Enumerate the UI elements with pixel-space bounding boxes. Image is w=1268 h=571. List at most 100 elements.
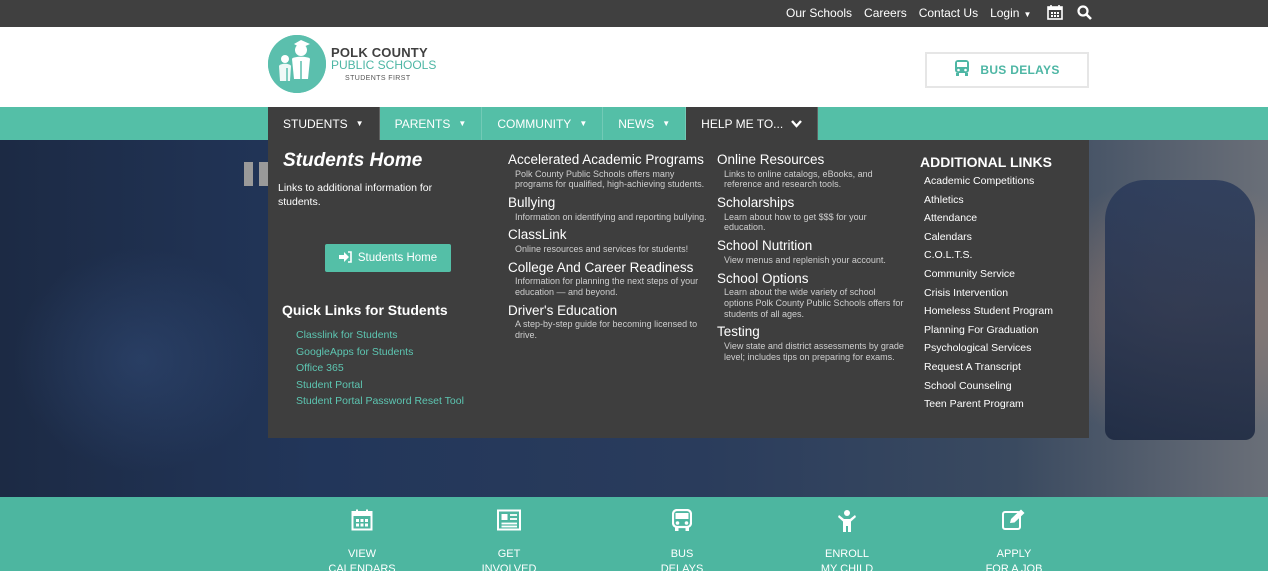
nav-community-label: COMMUNITY	[497, 116, 572, 131]
additional-link[interactable]: C.O.L.T.S.	[920, 246, 1080, 265]
quick-label-line2: FOR A JOB	[985, 563, 1043, 571]
menu-item-bullying[interactable]: Bullying Information on identifying and …	[508, 195, 708, 222]
logo-line1: POLK COUNTY	[331, 44, 428, 60]
additional-link[interactable]: Attendance	[920, 209, 1080, 228]
hero-seat-shape	[1105, 180, 1255, 440]
quick-link-student-portal[interactable]: Student Portal	[282, 377, 464, 394]
bus-delays-label: BUS DELAYS	[980, 63, 1060, 77]
district-logo[interactable]: POLK COUNTY PUBLIC SCHOOLS STUDENTS FIRS…	[268, 35, 436, 93]
utility-bar: Our Schools Careers Contact Us Login ▼	[0, 0, 1268, 27]
menu-column-3: Online Resources Links to online catalog…	[717, 152, 907, 368]
nav-students[interactable]: STUDENTS ▼	[268, 107, 380, 140]
caret-down-icon: ▼	[1023, 9, 1032, 19]
menu-item-desc: Links to online catalogs, eBooks, and re…	[724, 168, 873, 190]
quick-link-googleapps[interactable]: GoogleApps for Students	[282, 344, 464, 361]
quick-label: ENROLL MY CHILD	[792, 547, 902, 571]
menu-item-school-nutrition[interactable]: School Nutrition View menus and replenis…	[717, 238, 907, 265]
students-home-button[interactable]: Students Home	[325, 244, 451, 272]
nav-news[interactable]: NEWS ▼	[603, 107, 687, 140]
quick-label-line1: ENROLL	[824, 548, 870, 560]
quick-links-title: Quick Links for Students	[282, 302, 448, 318]
nav-parents[interactable]: PARENTS ▼	[380, 107, 483, 140]
students-mega-menu: Students Home Links to additional inform…	[268, 140, 1089, 438]
additional-link[interactable]: Calendars	[920, 228, 1080, 247]
sign-in-icon	[338, 250, 352, 266]
careers-link[interactable]: Careers	[864, 6, 907, 20]
menu-item-desc: Learn about the wide variety of school o…	[724, 287, 904, 319]
caret-down-icon: ▼	[579, 119, 588, 128]
quick-label-line2: CALENDARS	[328, 563, 396, 571]
login-label: Login	[990, 5, 1020, 20]
quick-links: Quick Links for Students Classlink for S…	[282, 302, 464, 410]
quick-label-line1: APPLY	[996, 548, 1032, 560]
menu-item-online-resources[interactable]: Online Resources Links to online catalog…	[717, 152, 907, 190]
menu-item-accelerated[interactable]: Accelerated Academic Programs Polk Count…	[508, 152, 708, 190]
nav-students-label: STUDENTS	[283, 116, 348, 131]
login-menu[interactable]: Login ▼	[990, 6, 1031, 20]
menu-item-drivers-ed[interactable]: Driver's Education A step-by-step guide …	[508, 303, 708, 341]
caret-down-icon: ▼	[458, 119, 467, 128]
menu-item-classlink[interactable]: ClassLink Online resources and services …	[508, 227, 708, 254]
additional-links-title: ADDITIONAL LINKS	[920, 154, 1052, 170]
quick-link-classlink[interactable]: Classlink for Students	[282, 327, 464, 344]
logo-tagline: STUDENTS FIRST	[345, 74, 411, 82]
students-home-column: Students Home Links to additional inform…	[278, 150, 478, 209]
nav-help-me-to[interactable]: HELP ME TO...	[686, 107, 819, 140]
menu-item-desc: Online resources and services for studen…	[515, 243, 689, 254]
menu-item-testing[interactable]: Testing View state and district assessme…	[717, 324, 907, 362]
menu-item-desc: Information on identifying and reporting…	[515, 211, 707, 222]
menu-item-title: College And Career Readiness	[508, 259, 694, 275]
additional-link[interactable]: School Counseling	[920, 377, 1080, 396]
additional-link[interactable]: Psychological Services	[920, 339, 1080, 358]
bus-icon	[627, 509, 737, 533]
additional-link[interactable]: Athletics	[920, 191, 1080, 210]
utility-links: Our Schools Careers Contact Us Login ▼	[786, 5, 1102, 20]
contact-us-link[interactable]: Contact Us	[919, 6, 978, 20]
menu-item-college-career[interactable]: College And Career Readiness Information…	[508, 260, 708, 298]
additional-link[interactable]: Crisis Intervention	[920, 284, 1080, 303]
child-icon	[792, 509, 902, 533]
quick-label: VIEW CALENDARS	[307, 547, 417, 571]
additional-link[interactable]: Homeless Student Program	[920, 302, 1080, 321]
menu-item-title: Bullying	[508, 195, 556, 211]
additional-link[interactable]: Community Service	[920, 265, 1080, 284]
menu-item-title: ClassLink	[508, 227, 567, 243]
additional-link[interactable]: Teen Parent Program	[920, 395, 1080, 414]
quick-apply-for-a-job[interactable]: APPLY FOR A JOB	[959, 509, 1069, 571]
quick-actions-bar: VIEW CALENDARS GET INVOLVED BUS DELAYS ENRO…	[0, 497, 1268, 571]
quick-link-office365[interactable]: Office 365	[282, 360, 464, 377]
quick-get-involved[interactable]: GET INVOLVED	[454, 509, 564, 571]
quick-view-calendars[interactable]: VIEW CALENDARS	[307, 509, 417, 571]
nav-community[interactable]: COMMUNITY ▼	[482, 107, 604, 140]
calendar-icon[interactable]	[1047, 5, 1064, 20]
menu-item-desc: View state and district assessments by g…	[724, 340, 904, 362]
students-home-desc: Links to additional information for stud…	[278, 182, 433, 208]
quick-link-password-reset[interactable]: Student Portal Password Reset Tool	[282, 393, 464, 410]
newspaper-icon	[454, 509, 564, 533]
additional-link[interactable]: Request A Transcript	[920, 358, 1080, 377]
menu-item-desc: A step-by-step guide for becoming licens…	[515, 319, 698, 341]
menu-item-desc: Learn about how to get $$$ for your educ…	[724, 211, 867, 233]
quick-label: GET INVOLVED	[454, 547, 564, 571]
bus-delays-button[interactable]: BUS DELAYS	[925, 52, 1089, 88]
students-home-button-label: Students Home	[357, 252, 438, 264]
menu-item-title: School Nutrition	[717, 238, 813, 254]
additional-link[interactable]: Academic Competitions	[920, 172, 1080, 191]
menu-item-school-options[interactable]: School Options Learn about the wide vari…	[717, 271, 907, 320]
quick-label: BUS DELAYS	[627, 547, 737, 571]
additional-link[interactable]: Planning For Graduation	[920, 321, 1080, 340]
nav-parents-label: PARENTS	[394, 116, 451, 131]
search-icon[interactable]	[1077, 5, 1093, 20]
pause-icon[interactable]	[244, 162, 268, 186]
quick-bus-delays[interactable]: BUS DELAYS	[627, 509, 737, 571]
menu-item-desc: Polk County Public Schools offers many p…	[515, 168, 705, 190]
menu-item-scholarships[interactable]: Scholarships Learn about how to get $$$ …	[717, 195, 907, 233]
chevron-down-icon	[791, 119, 803, 128]
our-schools-link[interactable]: Our Schools	[786, 6, 852, 20]
quick-enroll-my-child[interactable]: ENROLL MY CHILD	[792, 509, 902, 571]
calendar-icon	[307, 509, 417, 533]
logo-text: POLK COUNTY PUBLIC SCHOOLS STUDENTS FIRS…	[331, 46, 436, 83]
menu-item-desc: View menus and replenish your account.	[724, 254, 886, 265]
bus-icon	[954, 59, 970, 82]
edit-icon	[959, 509, 1069, 533]
